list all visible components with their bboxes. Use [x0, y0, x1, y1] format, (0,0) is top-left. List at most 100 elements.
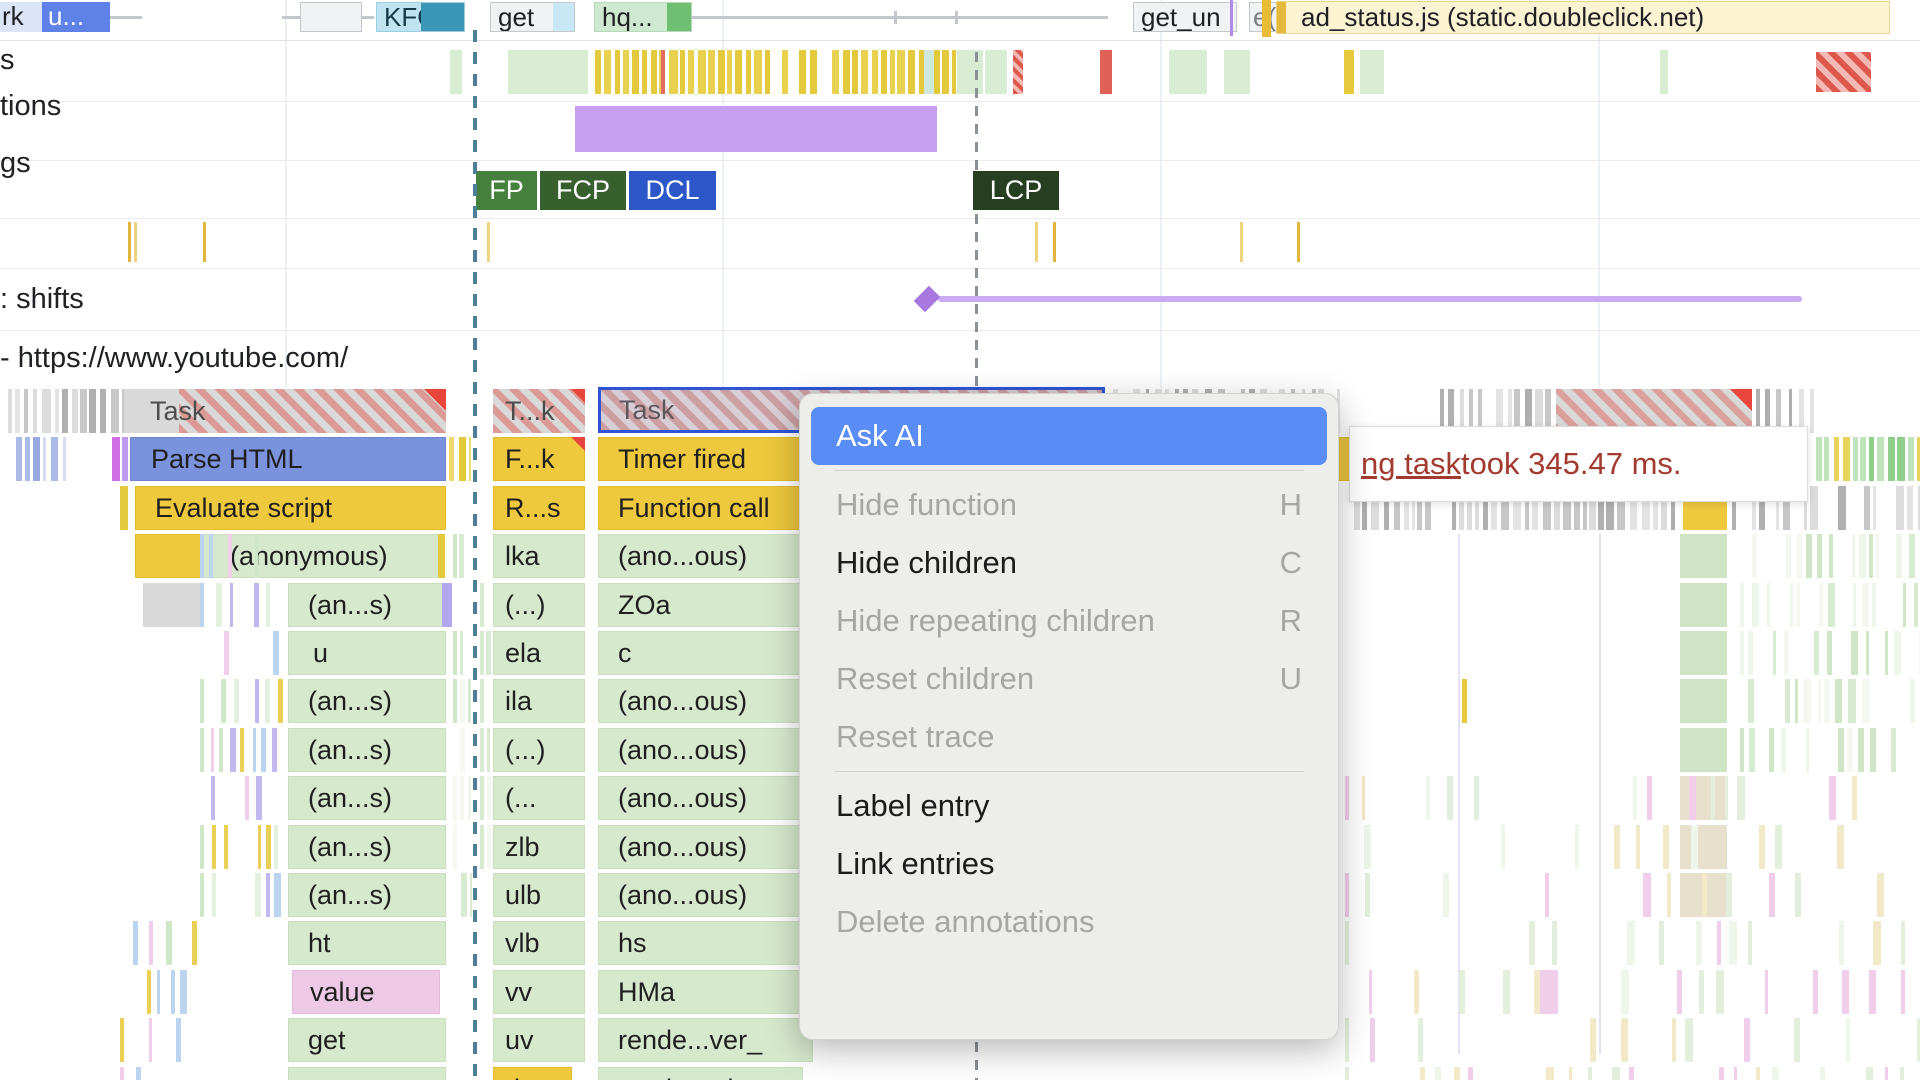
main-task-entry[interactable] — [135, 534, 202, 578]
flame-entry-label: (ano...ous) — [618, 679, 747, 723]
activity-stripe — [166, 921, 173, 965]
activity-stripe — [1852, 776, 1857, 820]
activity-stripe — [1614, 825, 1620, 869]
menu-item-label-entry[interactable]: Label entry — [811, 777, 1327, 835]
activity-stripe — [122, 389, 124, 433]
track-separator — [0, 101, 1920, 102]
activity-stripe — [216, 583, 222, 627]
function-call-block — [1680, 534, 1727, 578]
activity-stripe — [1862, 679, 1870, 723]
network-request-body — [421, 3, 465, 32]
activity-stripe — [1786, 534, 1791, 578]
network-request[interactable]: hq... — [594, 2, 692, 32]
activity-stripe — [256, 776, 263, 820]
cpu-scripting-stripe — [708, 50, 715, 94]
flame-entry-label: F...k — [505, 437, 555, 481]
long-task-link[interactable]: ng task — [1361, 446, 1461, 482]
interaction-bar[interactable] — [575, 106, 937, 152]
activity-stripe — [1824, 437, 1829, 481]
flame-entry-label: T...k — [505, 389, 555, 433]
cpu-scripting-stripe — [872, 50, 877, 94]
track-label-layout-shifts[interactable]: : shifts — [0, 283, 84, 316]
activity-stripe — [80, 389, 87, 433]
timing-marker-fcp[interactable]: FCP — [540, 171, 626, 210]
cpu-scripting-stripe — [861, 50, 868, 94]
activity-stripe — [1691, 825, 1697, 869]
main-task-entry[interactable] — [143, 583, 202, 627]
activity-stripe — [1726, 873, 1732, 917]
activity-stripe — [211, 776, 214, 820]
activity-stripe — [1740, 631, 1744, 675]
selected-task-label: Task — [619, 388, 675, 432]
flame-entry-label: c — [618, 631, 632, 675]
activity-stripe — [1896, 486, 1903, 530]
activity-stripe — [1364, 825, 1372, 869]
flame-entry-label: (...) — [505, 728, 546, 772]
menu-item-hide-children[interactable]: Hide childrenC — [811, 534, 1327, 592]
layout-shift-marker[interactable] — [914, 286, 941, 313]
activity-stripe — [1843, 437, 1850, 481]
activity-stripe — [180, 970, 186, 1014]
track-label-main-thread[interactable]: - https://www.youtube.com/ — [0, 342, 348, 375]
activity-stripe — [1908, 437, 1914, 481]
activity-stripe — [469, 437, 471, 481]
timing-marker-dcl[interactable]: DCL — [629, 171, 716, 210]
track-label-cpu[interactable]: s — [0, 44, 15, 77]
menu-item-label: Delete annotations — [836, 893, 1095, 951]
menu-item-shortcut: C — [1280, 534, 1302, 592]
activity-stripe — [176, 1018, 181, 1062]
activity-stripe — [255, 534, 259, 578]
network-request[interactable]: get — [490, 2, 575, 32]
activity-stripe — [1759, 825, 1765, 869]
menu-item-shortcut: H — [1280, 476, 1302, 534]
activity-stripe — [230, 583, 233, 627]
network-request[interactable]: rku... — [0, 2, 110, 32]
activity-stripe — [1796, 583, 1800, 627]
activity-stripe — [16, 437, 22, 481]
activity-stripe — [1740, 583, 1744, 627]
activity-stripe — [1816, 437, 1822, 481]
track-label-timings[interactable]: gs — [0, 147, 31, 180]
activity-stripe — [1734, 1067, 1738, 1080]
cpu-scripting-stripe — [642, 50, 648, 94]
activity-stripe — [1781, 728, 1786, 772]
network-request[interactable]: get_un — [1133, 2, 1237, 32]
interaction-stripe — [442, 583, 452, 627]
main-task-entry[interactable] — [288, 631, 446, 675]
activity-stripe — [1829, 534, 1833, 578]
menu-item-link-entries[interactable]: Link entries — [811, 835, 1327, 893]
network-request[interactable]: KFOr — [376, 2, 465, 32]
scripting-stripe — [1462, 679, 1467, 723]
activity-stripe — [1633, 776, 1637, 820]
cpu-scripting-stripe — [632, 50, 639, 94]
activity-stripe — [1837, 825, 1843, 869]
activity-stripe — [1643, 873, 1651, 917]
activity-stripe — [460, 728, 465, 772]
flame-entry-label: (an...s) — [308, 776, 392, 820]
cpu-scripting-stripe — [810, 50, 818, 94]
activity-stripe — [1828, 583, 1835, 627]
context-menu: Ask AIHide functionHHide childrenCHide r… — [799, 393, 1339, 1040]
activity-stripe — [1901, 970, 1905, 1014]
network-request-selected[interactable]: ad_status.js (static.doubleclick.net) — [1276, 1, 1890, 34]
activity-stripe — [1752, 534, 1757, 578]
activity-stripe — [480, 583, 484, 627]
network-whisker-tick — [955, 11, 958, 24]
menu-item-ask-ai[interactable]: Ask AI — [811, 407, 1327, 465]
activity-stripe — [149, 1018, 152, 1062]
activity-stripe — [459, 437, 466, 481]
main-task-entry[interactable] — [179, 389, 446, 433]
timing-marker-fp[interactable]: FP — [476, 171, 537, 210]
activity-stripe — [468, 776, 471, 820]
track-label-interactions[interactable]: tions — [0, 90, 61, 123]
activity-stripe — [255, 679, 259, 723]
network-request[interactable] — [300, 2, 362, 32]
activity-stripe — [1784, 631, 1789, 675]
activity-stripe — [200, 728, 204, 772]
activity-stripe — [1716, 970, 1723, 1014]
flame-entry-label: Task — [150, 389, 206, 433]
activity-stripe — [200, 534, 204, 578]
activity-stripe — [42, 389, 51, 433]
timing-marker-lcp[interactable]: LCP — [973, 171, 1059, 210]
activity-stripe — [211, 728, 214, 772]
